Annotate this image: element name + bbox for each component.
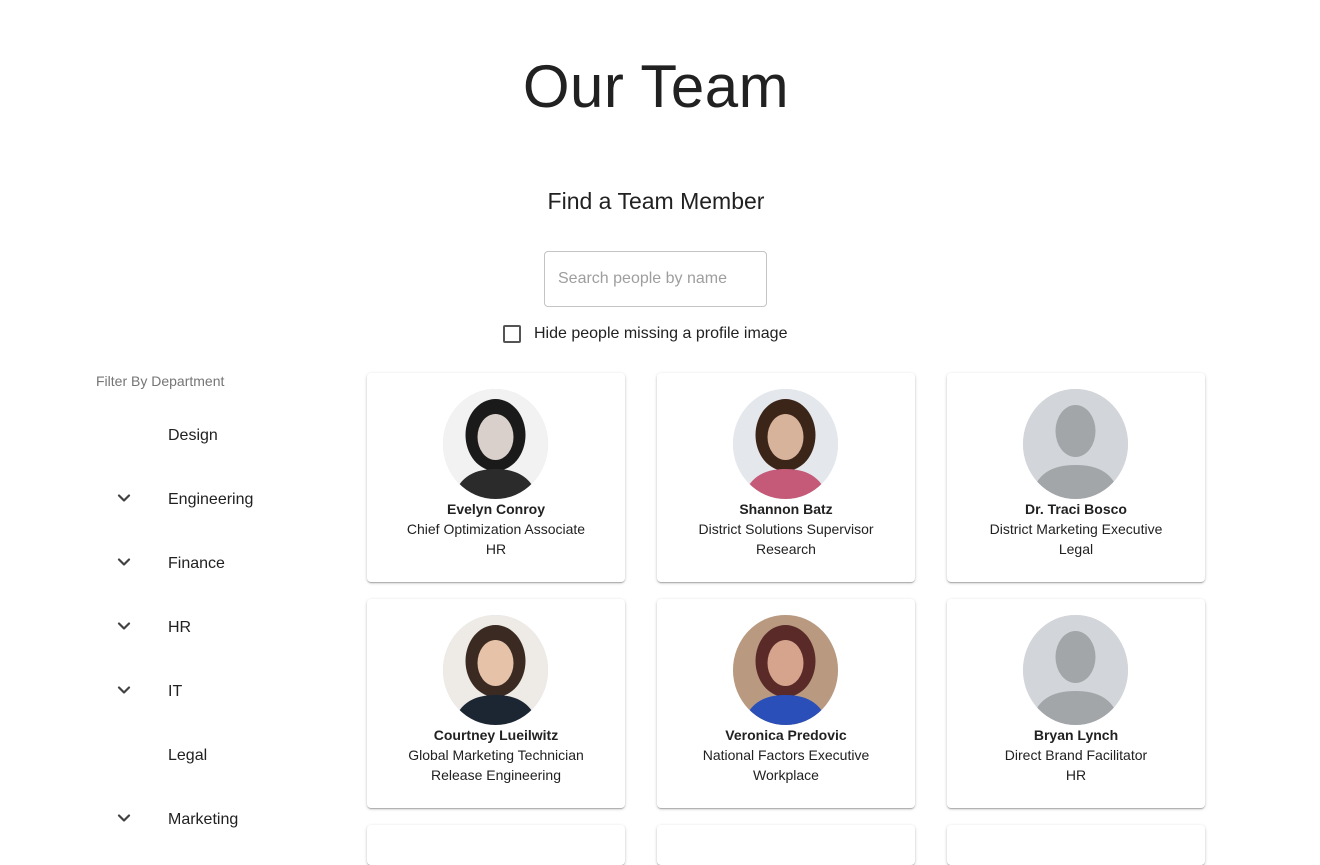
member-name: Dr. Traci Bosco [1025,501,1127,517]
member-name: Bryan Lynch [1033,727,1119,743]
member-title: District Solutions Supervisor [698,521,874,537]
member-department: HR [1065,767,1087,783]
department-item-finance[interactable]: Finance [96,532,336,596]
team-member-card[interactable] [657,825,915,865]
member-name: Shannon Batz [739,501,833,517]
member-name: Courtney Lueilwitz [433,727,559,743]
avatar [733,389,838,499]
member-department: Research [756,541,816,557]
search-input[interactable] [544,251,767,307]
member-name: Veronica Predovic [725,727,847,743]
department-label: HR [168,619,192,636]
team-member-card[interactable]: Dr. Traci Bosco District Marketing Execut… [947,373,1205,582]
member-title: Global Marketing Technician [408,747,584,763]
team-member-card[interactable] [367,825,625,865]
team-member-card[interactable]: Courtney Lueilwitz Global Marketing Techn… [367,599,625,808]
department-label: Design [168,427,218,444]
chevron-down-icon[interactable] [116,810,132,826]
department-filter-list: Design Engineering Finance HR IT Legal Marketi… [96,404,336,852]
department-item-it[interactable]: IT [96,660,336,724]
member-department: Legal [1058,541,1094,557]
chevron-down-icon[interactable] [116,490,132,506]
team-member-card[interactable] [947,825,1205,865]
member-title: Chief Optimization Associate [406,521,586,537]
department-item-marketing[interactable]: Marketing [96,788,336,852]
member-department: Workplace [753,767,819,783]
avatar [443,389,548,499]
department-label: IT [168,683,183,700]
hide-missing-image-toggle[interactable]: Hide people missing a profile image [503,325,787,343]
team-member-card[interactable]: Veronica Predovic National Factors Execut… [657,599,915,808]
department-label: Legal [168,747,208,764]
avatar [733,615,838,725]
member-name: Evelyn Conroy [446,501,546,517]
member-department: Release Engineering [431,767,561,783]
member-title: National Factors Executive [702,747,870,763]
chevron-down-icon[interactable] [116,554,132,570]
find-team-member-heading: Find a Team Member [547,188,765,214]
chevron-down-icon[interactable] [116,682,132,698]
department-item-hr[interactable]: HR [96,596,336,660]
default-avatar-icon [1023,615,1128,725]
department-label: Engineering [168,491,254,508]
member-title: District Marketing Executive [989,521,1163,537]
member-department: HR [485,541,507,557]
chevron-down-icon[interactable] [116,618,132,634]
department-item-legal[interactable]: Legal [96,724,336,788]
hide-missing-image-checkbox[interactable] [503,325,521,343]
filter-by-department-title: Filter By Department [96,373,225,389]
team-member-card[interactable]: Evelyn Conroy Chief Optimization Associat… [367,373,625,582]
department-label: Marketing [168,811,239,828]
avatar [443,615,548,725]
department-item-design[interactable]: Design [96,404,336,468]
page-title: Our Team [522,53,790,120]
team-member-card[interactable]: Bryan Lynch Direct Brand Facilitator HR [947,599,1205,808]
department-item-engineering[interactable]: Engineering [96,468,336,532]
team-member-card[interactable]: Shannon Batz District Solutions Superviso… [657,373,915,582]
hide-missing-image-label: Hide people missing a profile image [534,325,788,342]
default-avatar-icon [1023,389,1128,499]
department-label: Finance [168,555,225,572]
member-title: Direct Brand Facilitator [1004,747,1148,763]
